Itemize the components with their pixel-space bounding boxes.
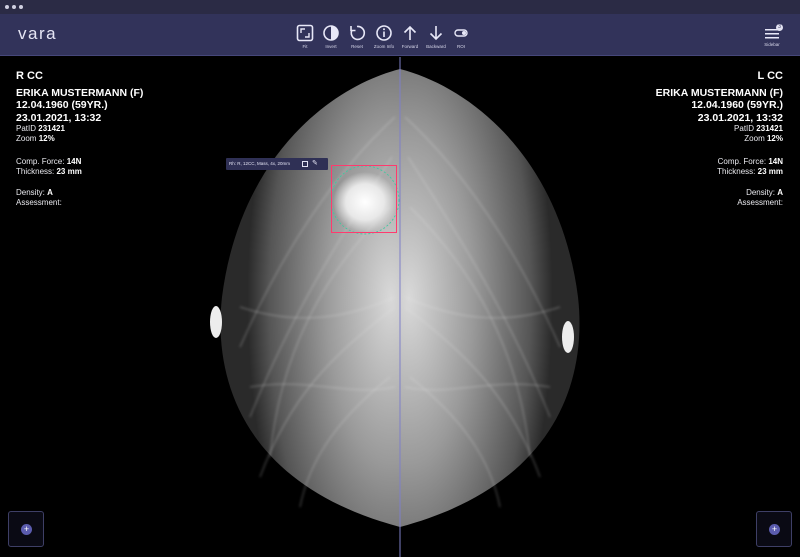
roi-toggle[interactable]: ROI <box>443 24 479 50</box>
right-thickness-value: 23 mm <box>757 166 783 176</box>
left-patient-name: ERIKA MUSTERMANN (F) <box>16 86 144 99</box>
roi-box[interactable] <box>331 165 397 233</box>
window-titlebar <box>0 0 800 14</box>
invert-icon <box>323 25 339 41</box>
roi-label: ROI <box>456 44 465 49</box>
right-density-value: A <box>777 188 783 197</box>
left-thickness-label: Thickness: <box>16 166 55 176</box>
right-study-date: 23.01.2021, 13:32 <box>697 111 783 124</box>
arrow-up-icon <box>403 25 417 40</box>
right-zoom-label: Zoom <box>744 133 765 143</box>
sidebar-label: Sidebar <box>764 42 780 47</box>
sidebar-button[interactable]: 3 Sidebar <box>754 24 790 47</box>
add-left-button[interactable]: + <box>8 511 44 547</box>
annotation-text: Rh: R, 12CC, Mass, 4x, 20mm <box>229 161 291 166</box>
info-icon <box>376 25 392 41</box>
annotation-checkbox[interactable] <box>302 161 308 167</box>
left-assessment-label: Assessment: <box>16 197 62 207</box>
left-patid-label: PatID <box>16 124 37 133</box>
mammogram-viewer[interactable]: R CC ERIKA MUSTERMANN (F) 12.04.1960 (59… <box>0 57 800 557</box>
right-patid-label: PatID <box>734 124 755 133</box>
app-logo: vara <box>18 24 58 43</box>
left-breast-image <box>400 69 580 527</box>
plus-icon: + <box>769 524 780 535</box>
left-patient-info: R CC ERIKA MUSTERMANN (F) 12.04.1960 (59… <box>16 70 144 207</box>
window-minimize-dot[interactable] <box>12 5 16 9</box>
sidebar-badge: 3 <box>776 24 783 31</box>
window-maximize-dot[interactable] <box>19 5 23 9</box>
toggle-icon <box>454 29 468 37</box>
left-view-label: R CC <box>16 70 43 82</box>
left-patient-dob: 12.04.1960 (59YR.) <box>16 99 108 111</box>
right-thickness-label: Thickness: <box>717 166 756 176</box>
plus-icon: + <box>21 524 32 535</box>
left-force-label: Comp. Force: <box>16 157 65 166</box>
right-assessment-label: Assessment: <box>737 197 783 207</box>
left-study-date: 23.01.2021, 13:32 <box>16 111 102 124</box>
right-view-label: L CC <box>757 70 783 82</box>
right-patid-value: 231421 <box>756 124 783 133</box>
right-breast-image <box>220 69 400 527</box>
right-force-label: Comp. Force: <box>717 157 767 166</box>
left-thickness-value: 23 mm <box>56 166 82 176</box>
toolbar: vara Fit Invert Reset Zoom Info Forward … <box>0 14 800 56</box>
window-close-dot[interactable] <box>5 5 9 9</box>
add-right-button[interactable]: + <box>756 511 792 547</box>
right-zoom-value: 12% <box>766 133 783 143</box>
right-nipple <box>210 306 222 338</box>
right-patient-dob: 12.04.1960 (59YR.) <box>691 99 783 111</box>
fit-icon <box>296 24 314 42</box>
right-patient-name: ERIKA MUSTERMANN (F) <box>655 86 783 99</box>
left-zoom-label: Zoom <box>16 133 37 143</box>
left-density-value: A <box>47 188 53 197</box>
right-patient-info: L CC ERIKA MUSTERMANN (F) 12.04.1960 (59… <box>655 70 783 207</box>
annotation-label[interactable]: Rh: R, 12CC, Mass, 4x, 20mm ✎ <box>226 158 328 170</box>
right-force-value: 14N <box>768 157 783 166</box>
left-zoom-value: 12% <box>38 133 55 143</box>
right-density-label: Density: <box>746 188 775 197</box>
pencil-icon[interactable]: ✎ <box>312 160 318 168</box>
reset-icon <box>350 25 366 41</box>
left-patid-value: 231421 <box>38 124 65 133</box>
left-force-value: 14N <box>66 157 82 166</box>
left-density-label: Density: <box>16 188 45 197</box>
left-nipple <box>562 321 574 353</box>
